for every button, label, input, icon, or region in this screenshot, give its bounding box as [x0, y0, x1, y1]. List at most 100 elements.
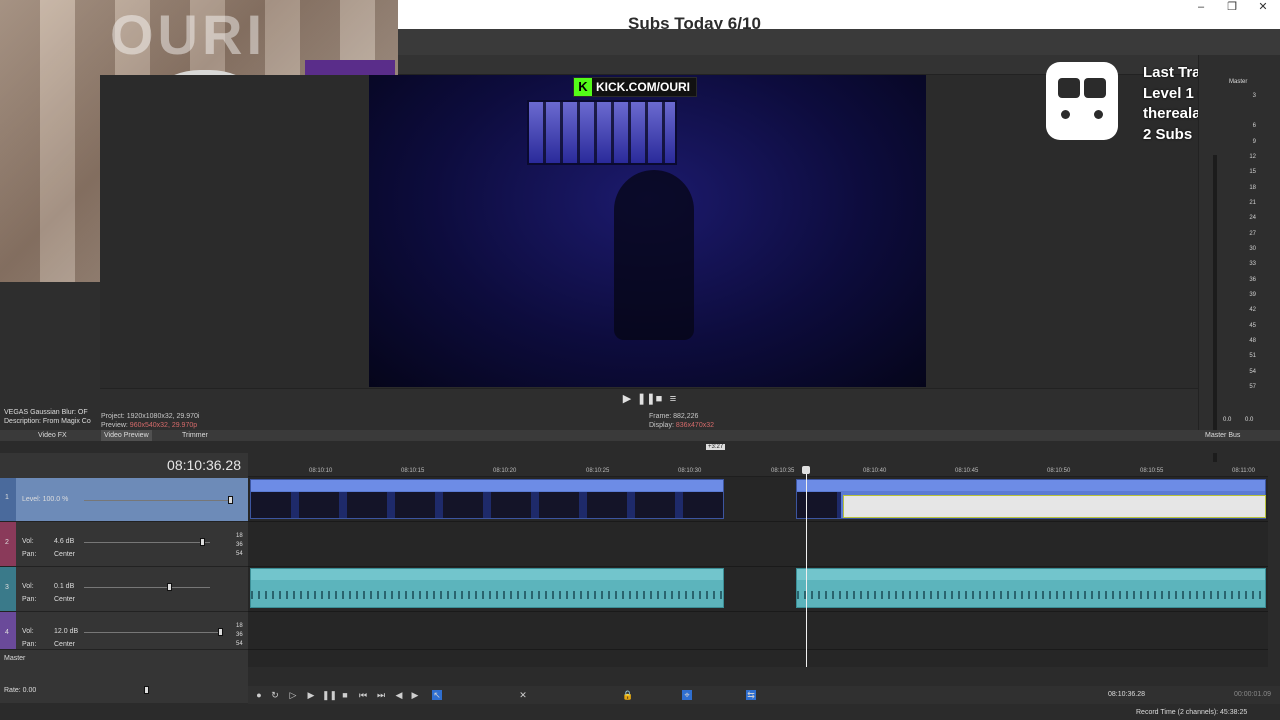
master-meter: Master 3 6 9 12 15 18 21 24 27 30 33 36 … [1198, 55, 1280, 465]
audio-track-2[interactable]: 2 Vol: 4.6 dB Pan: Center [0, 522, 248, 567]
vol-slider[interactable] [84, 632, 220, 633]
pan-value: Center [54, 641, 76, 648]
rate-knob[interactable] [144, 686, 149, 694]
timeline-toolbar: ● ↻ ▷ ▶ ❚❚ ■ ⏮ ⏭ ◀ ▶ ↖ ✕ 🔒 ⌖ ⇆ 08:10:36.… [248, 686, 1280, 704]
pan-value: Center [54, 596, 76, 603]
play-icon[interactable]: ▶ [306, 690, 316, 700]
pan-label: Pan: [22, 641, 37, 648]
tab-master-bus[interactable]: Master Bus [1202, 430, 1243, 441]
rate-label: Rate: 0.00 [4, 687, 37, 694]
pan-label: Pan: [22, 551, 37, 558]
video-clip[interactable] [250, 479, 724, 519]
tab-video-preview[interactable]: Video Preview [101, 430, 152, 441]
ruler-label: 08:10:20 [493, 468, 517, 474]
loop-icon[interactable]: ↻ [270, 690, 280, 700]
play-icon[interactable]: ▶ [621, 393, 633, 405]
status-bar: Record Time (2 channels): 45:38:25 [0, 704, 1280, 720]
auto-ripple-icon[interactable]: ⇆ [746, 690, 756, 700]
audio-clip[interactable] [796, 568, 1266, 608]
pause-icon[interactable]: ❚❚ [637, 393, 655, 405]
title-bar: Subs Today 6/10 – ❐ ✕ [398, 0, 1280, 33]
tab-trimmer[interactable]: Trimmer [179, 430, 211, 441]
go-to-end-icon[interactable]: ⏭ [376, 690, 386, 700]
next-frame-icon[interactable]: ▶ [410, 690, 420, 700]
train-icon [1046, 62, 1118, 140]
meter-tick: 54 [1249, 369, 1256, 375]
go-to-start-icon[interactable]: ⏮ [358, 690, 368, 700]
ruler-label: 08:10:25 [586, 468, 610, 474]
video-window [527, 100, 677, 165]
prev-frame-icon[interactable]: ◀ [394, 690, 404, 700]
record-icon[interactable]: ● [254, 690, 264, 700]
meter-master-label: Master [1229, 79, 1248, 85]
meter-tick: 21 [1249, 200, 1256, 206]
stop-icon[interactable]: ■ [340, 690, 350, 700]
project-info: Project: 1920x1080x32, 29.970i Preview: … [101, 413, 200, 429]
meter-tick: 48 [1249, 338, 1256, 344]
playhead[interactable] [806, 467, 807, 667]
normal-edit-tool-icon[interactable]: ↖ [432, 690, 442, 700]
meter-tick: 36 [1249, 277, 1256, 283]
cursor-time: 08:10:36.28 [1108, 691, 1145, 698]
frame-info: Frame: 882,226 Display: 836x470x32 [649, 413, 715, 429]
video-track-1[interactable]: 1 Level: 100.0 % [0, 478, 248, 522]
webcam-watermark: OURI [110, 3, 266, 66]
close-button[interactable]: ✕ [1247, 0, 1279, 14]
meter-tick: 9 [1252, 139, 1256, 145]
track-number: 1 [5, 494, 9, 501]
selected-clip-region[interactable] [843, 495, 1266, 518]
ruler-marker: +3:27 [706, 444, 726, 450]
meter-zero-left: 0.0 [1223, 417, 1232, 423]
db-mark: 18 [236, 533, 243, 539]
vol-knob[interactable] [200, 538, 205, 546]
vol-slider[interactable] [84, 542, 210, 543]
play-from-start-icon[interactable]: ▷ [288, 690, 298, 700]
audio-track-4[interactable]: 4 Vol: 12.0 dB Pan: Center [0, 612, 248, 650]
video-frame [369, 75, 926, 387]
meter-tick: 45 [1249, 323, 1256, 329]
track-level-label: Level: 100.0 % [22, 496, 69, 503]
time-ruler[interactable]: 08:10:10 08:10:15 08:10:20 08:10:25 08:1… [248, 462, 1268, 477]
stop-icon[interactable]: ■ [653, 393, 665, 405]
meter-tick: 18 [1249, 185, 1256, 191]
meter-bar [1213, 155, 1217, 465]
playhead-handle[interactable] [802, 466, 810, 474]
db-mark: 36 [236, 632, 243, 638]
master-label: Master [4, 655, 26, 662]
meter-tick: 27 [1249, 231, 1256, 237]
meter-tick: 57 [1249, 384, 1256, 390]
menu-icon[interactable]: ≡ [667, 393, 679, 405]
lock-icon[interactable]: 🔒 [622, 690, 633, 700]
meter-tick: 33 [1249, 261, 1256, 267]
vol-value: 4.6 dB [54, 538, 75, 545]
vol-value: 12.0 dB [54, 628, 79, 635]
audio-clip[interactable] [250, 568, 724, 608]
level-slider[interactable] [84, 500, 230, 501]
vol-slider[interactable] [84, 587, 210, 588]
delete-icon[interactable]: ✕ [518, 690, 528, 700]
db-mark: 18 [236, 623, 243, 629]
ruler-label: 08:10:45 [955, 468, 979, 474]
timeline-time: 08:10:36.28 [0, 453, 248, 477]
maximize-button[interactable]: ❐ [1216, 0, 1248, 14]
meter-tick: 51 [1249, 353, 1256, 359]
video-figure [614, 170, 694, 340]
rate-row: Rate: 0.00 [0, 684, 248, 702]
tab-video-fx[interactable]: Video FX [35, 430, 70, 441]
db-mark: 54 [236, 641, 243, 647]
menu-row [398, 29, 1280, 55]
fx-info: VEGAS Gaussian Blur: OF Description: Fro… [0, 408, 100, 430]
meter-tick: 15 [1249, 169, 1256, 175]
vol-knob[interactable] [167, 583, 172, 591]
vol-knob[interactable] [218, 628, 223, 636]
level-knob[interactable] [228, 496, 233, 504]
snap-icon[interactable]: ⌖ [682, 690, 692, 700]
fx-name: VEGAS Gaussian Blur: OF [4, 409, 88, 416]
meter-tick: 30 [1249, 246, 1256, 252]
ruler-label: 08:10:40 [863, 468, 887, 474]
audio-track-3[interactable]: 3 Vol: 0.1 dB Pan: Center [0, 567, 248, 612]
pause-icon[interactable]: ❚❚ [322, 690, 337, 700]
track-number: 3 [5, 584, 9, 591]
meter-tick: 42 [1249, 307, 1256, 313]
minimize-button[interactable]: – [1185, 0, 1217, 14]
